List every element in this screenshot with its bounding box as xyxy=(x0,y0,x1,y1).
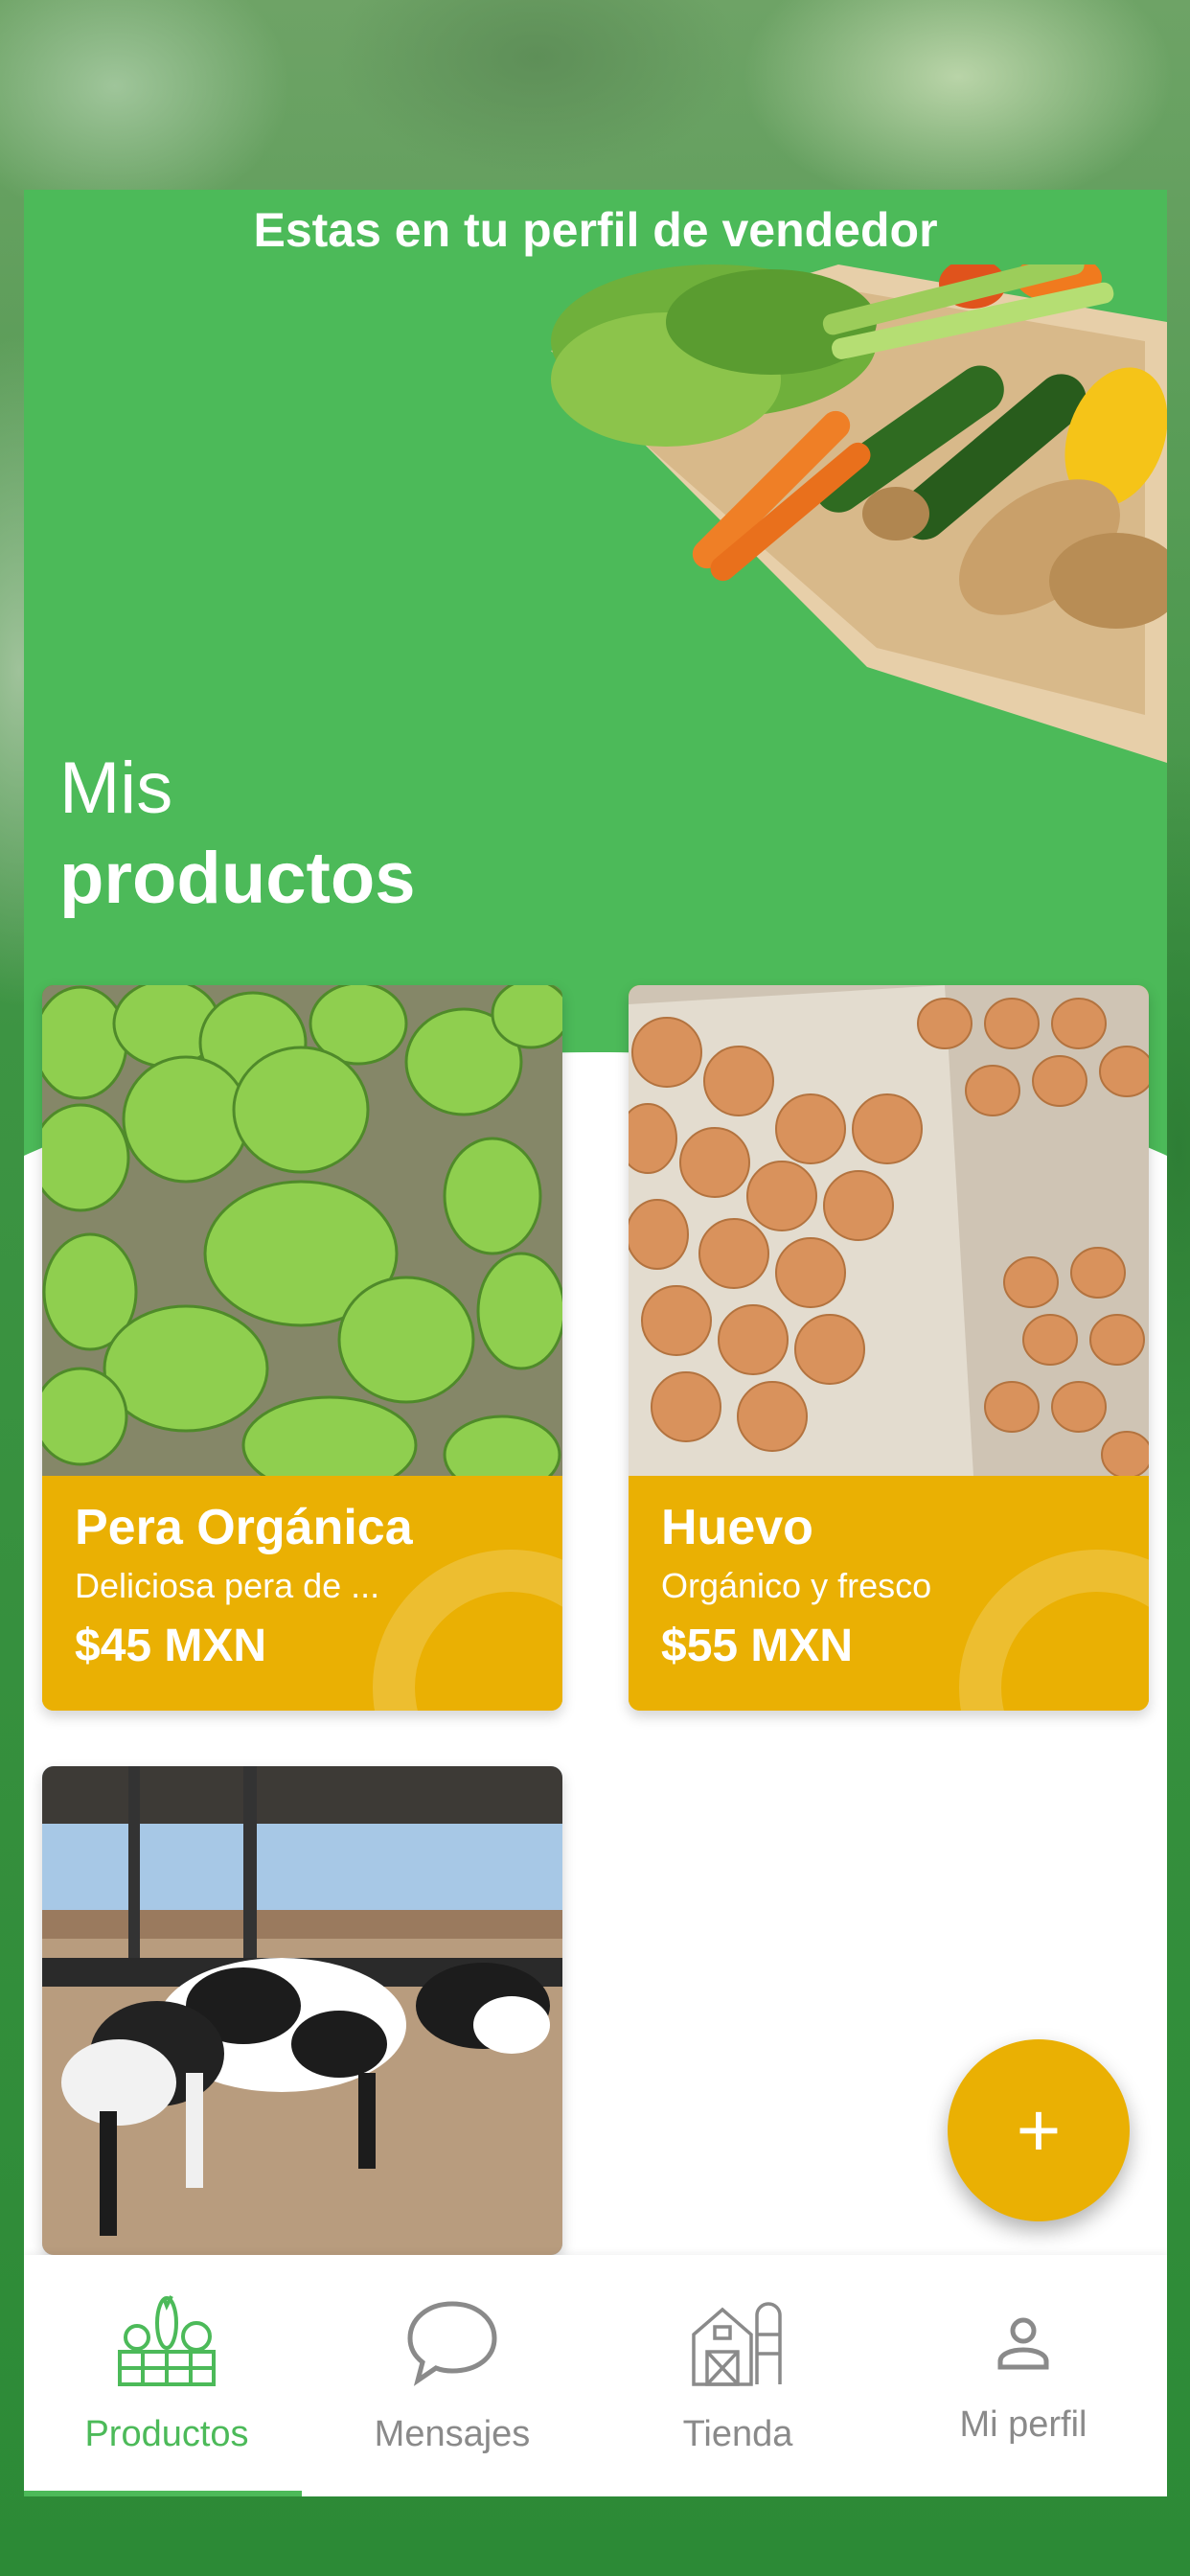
plus-icon: + xyxy=(1016,2087,1062,2173)
barn-icon xyxy=(595,2289,881,2395)
section-title: Mis productos xyxy=(59,746,416,926)
nav-item-tienda[interactable]: Tienda xyxy=(595,2255,881,2496)
product-card-cow[interactable] xyxy=(42,1766,562,2255)
product-name: Pera Orgánica xyxy=(75,1500,413,1555)
user-icon xyxy=(881,2289,1166,2395)
product-card-pear[interactable]: Pera Orgánica Deliciosa pera de ... $45 … xyxy=(42,985,562,1711)
page-title: Estas en tu perfil de vendedor xyxy=(253,203,938,257)
nav-label: Mensajes xyxy=(374,2414,531,2454)
nav-label: Mi perfil xyxy=(959,2404,1087,2445)
product-card-egg[interactable]: Huevo Orgánico y fresco $55 MXN xyxy=(629,985,1149,1711)
seller-profile-screen: Estas en tu perfil de vendedor Mis produ… xyxy=(24,190,1167,2496)
cow-photo xyxy=(42,1766,562,2255)
nav-item-productos[interactable]: Productos xyxy=(24,2255,309,2496)
product-description: Deliciosa pera de ... xyxy=(75,1566,380,1605)
pear-photo xyxy=(42,985,562,1476)
nav-label: Productos xyxy=(84,2414,249,2454)
decorative-circle xyxy=(373,1550,562,1711)
product-price: $45 MXN xyxy=(75,1621,267,1671)
egg-photo xyxy=(629,985,1149,1476)
section-title-line1: Mis xyxy=(59,748,173,829)
section-title-line2: productos xyxy=(59,838,416,919)
vegetable-crate-icon xyxy=(24,2289,309,2395)
vegetable-crate-image xyxy=(551,264,1167,763)
decorative-circle xyxy=(959,1550,1149,1711)
product-info: Pera Orgánica Deliciosa pera de ... $45 … xyxy=(42,1476,562,1711)
product-info: Huevo Orgánico y fresco $55 MXN xyxy=(629,1476,1149,1711)
product-description: Orgánico y fresco xyxy=(661,1566,932,1605)
product-name: Huevo xyxy=(661,1500,813,1555)
bottom-navigation: Productos Mensajes Tienda Mi perfil xyxy=(24,2255,1167,2496)
active-tab-indicator xyxy=(24,2491,302,2496)
nav-item-mi-perfil[interactable]: Mi perfil xyxy=(881,2255,1166,2496)
nav-item-mensajes[interactable]: Mensajes xyxy=(309,2255,595,2496)
chat-bubble-icon xyxy=(309,2289,595,2395)
nav-label: Tienda xyxy=(682,2414,793,2454)
add-product-button[interactable]: + xyxy=(948,2039,1130,2221)
product-price: $55 MXN xyxy=(661,1621,854,1671)
